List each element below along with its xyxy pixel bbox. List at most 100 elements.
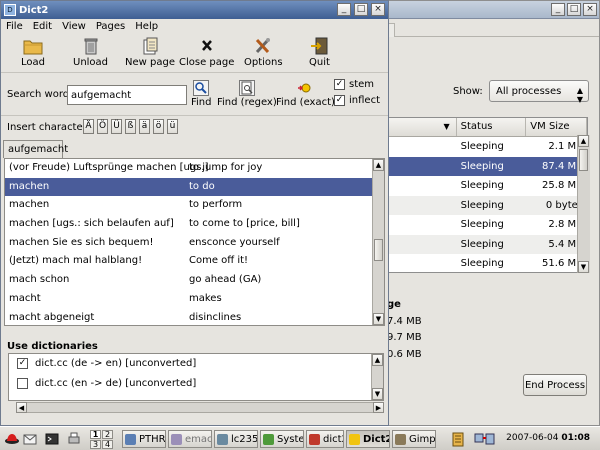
result-row[interactable]: mach schon go ahead (GA) xyxy=(5,271,384,290)
menu-file[interactable]: File xyxy=(1,19,28,35)
find-exact-button[interactable]: Find (exact) xyxy=(276,80,335,108)
quit-button[interactable]: Quit xyxy=(309,37,330,68)
dictionaries-scrollbar[interactable]: ▲ ▼ xyxy=(371,354,383,400)
column-header-name[interactable]: ▼ xyxy=(385,118,457,136)
tray-notes[interactable] xyxy=(450,430,466,448)
desktop-4[interactable]: 4 xyxy=(102,440,113,449)
minimize-button[interactable]: _ xyxy=(551,3,565,16)
menu-pages[interactable]: Pages xyxy=(91,19,130,35)
desktop-3[interactable]: 3 xyxy=(90,440,101,449)
scroll-down-icon[interactable]: ▼ xyxy=(372,388,383,400)
english-term: Come off it! xyxy=(189,255,249,267)
result-row[interactable]: machen to do xyxy=(5,177,384,197)
tray-network[interactable] xyxy=(474,430,496,448)
insert-char-button[interactable]: ö xyxy=(153,119,164,134)
results-list[interactable]: (vor Freude) Luftsprünge machen [ugs.] to… xyxy=(4,158,385,326)
launcher-button[interactable] xyxy=(66,430,82,448)
insert-char-button[interactable]: ä xyxy=(139,119,150,134)
column-header-vm-size[interactable]: VM Size xyxy=(526,118,587,136)
find-button[interactable]: Find xyxy=(191,80,212,108)
process-row[interactable]: Sleeping 51.6 MB xyxy=(385,254,587,272)
process-row[interactable]: Sleeping 0 bytes xyxy=(385,195,587,216)
options-button[interactable]: Options xyxy=(244,37,283,68)
process-table[interactable]: ▼ Status VM Size Sleeping 2.1 MB Sleeping 8… xyxy=(385,117,588,273)
result-row[interactable]: macht makes xyxy=(5,290,384,309)
process-name xyxy=(385,254,457,272)
insert-char-button[interactable]: ß xyxy=(125,119,136,134)
scroll-up-icon[interactable]: ▲ xyxy=(373,159,384,171)
maximize-button[interactable]: □ xyxy=(354,3,368,16)
insert-char-button[interactable]: Ö xyxy=(97,119,108,134)
close-button[interactable]: × xyxy=(371,3,385,16)
scroll-down-icon[interactable]: ▼ xyxy=(578,261,589,273)
column-header-status[interactable]: Status xyxy=(457,118,527,136)
insert-char-button[interactable]: Ü xyxy=(111,119,122,134)
results-scrollbar[interactable]: ▲ ▼ xyxy=(372,159,384,325)
process-row[interactable]: Sleeping 2.1 MB xyxy=(385,137,587,157)
process-row[interactable]: Sleeping 2.8 MB xyxy=(385,215,587,235)
main-menu-button[interactable] xyxy=(4,430,20,448)
scroll-up-icon[interactable]: ▲ xyxy=(578,135,589,147)
result-row[interactable]: macht abgeneigt disinclines xyxy=(5,309,384,326)
trash-icon xyxy=(81,37,101,55)
dictionary-checkbox[interactable]: ✓ xyxy=(17,358,28,369)
maximize-button[interactable]: □ xyxy=(567,3,581,16)
result-row[interactable]: machen [ugs.: sich belaufen auf] to come … xyxy=(5,215,384,234)
dictionary-checkbox[interactable] xyxy=(17,378,28,389)
process-name xyxy=(385,196,457,216)
unload-button[interactable]: Unload xyxy=(73,37,108,68)
scroll-thumb[interactable] xyxy=(579,149,588,171)
insert-char-button[interactable]: ü xyxy=(167,119,178,134)
launcher-button[interactable] xyxy=(44,430,60,448)
task-system-monitor[interactable]: Syste xyxy=(260,430,304,448)
process-table-scrollbar[interactable]: ▲ ▼ xyxy=(577,135,590,273)
window-titlebar[interactable]: D Dict2 _ □ × xyxy=(1,1,388,19)
scroll-down-icon[interactable]: ▼ xyxy=(373,313,384,325)
new-page-button[interactable]: New page xyxy=(125,37,175,68)
dictionary-item[interactable]: dict.cc (en -> de) [unconverted] xyxy=(9,374,383,394)
task-lc235[interactable]: lc235 xyxy=(214,430,258,448)
scroll-up-icon[interactable]: ▲ xyxy=(372,354,383,366)
result-row[interactable]: machen to perform xyxy=(5,196,384,215)
launcher-button[interactable] xyxy=(22,430,38,448)
desktop-1[interactable]: 1 xyxy=(90,430,101,439)
menu-view[interactable]: View xyxy=(57,19,91,35)
process-row[interactable]: Sleeping 87.4 MB xyxy=(385,156,587,176)
stem-checkbox[interactable]: ✓ stem xyxy=(334,79,374,90)
show-filter-select[interactable]: All processes ▲ ▼ xyxy=(489,80,589,104)
search-word-input[interactable] xyxy=(67,85,187,105)
process-row[interactable]: Sleeping 5.4 MB xyxy=(385,234,587,254)
system-monitor-tabs xyxy=(385,19,599,37)
task-pthr[interactable]: PTHR xyxy=(122,430,166,448)
close-page-button[interactable]: Close page xyxy=(179,37,234,68)
scroll-thumb[interactable] xyxy=(374,239,383,261)
result-row[interactable]: (Jetzt) mach mal halblang! Come off it! xyxy=(5,252,384,271)
task-gimp[interactable]: Gimp xyxy=(392,430,436,448)
minimize-button[interactable]: _ xyxy=(337,3,351,16)
task-dict2[interactable]: Dict2 xyxy=(346,430,390,448)
desktop-2[interactable]: 2 xyxy=(102,430,113,439)
dictionary-item[interactable]: ✓ dict.cc (de -> en) [unconverted] xyxy=(9,354,383,374)
find-regex-button[interactable]: Find (regex) xyxy=(217,80,277,108)
dictionaries-list[interactable]: ✓ dict.cc (de -> en) [unconverted] dict.… xyxy=(8,353,384,401)
scroll-left-icon[interactable]: ◀ xyxy=(16,402,27,413)
result-row[interactable]: machen Sie es sich bequem! ensconce yours… xyxy=(5,234,384,253)
task-emacs[interactable]: emac xyxy=(168,430,212,448)
menu-edit[interactable]: Edit xyxy=(28,19,57,35)
window-icon xyxy=(125,434,136,445)
result-row[interactable]: (vor Freude) Luftsprünge machen [ugs.] to… xyxy=(5,159,384,178)
dictionaries-hscrollbar[interactable]: ◀ ▶ xyxy=(16,402,384,413)
scroll-right-icon[interactable]: ▶ xyxy=(373,402,384,413)
memory-value: 0.6 MB xyxy=(387,349,422,360)
insert-char-button[interactable]: Ä xyxy=(83,119,94,134)
close-button[interactable]: × xyxy=(583,3,597,16)
end-process-button[interactable]: End Process xyxy=(523,374,587,396)
load-button[interactable]: Load xyxy=(21,37,45,68)
inflect-checkbox[interactable]: ✓ inflect xyxy=(334,95,380,106)
menu-help[interactable]: Help xyxy=(130,19,163,35)
monitor-icon xyxy=(263,434,274,445)
process-row[interactable]: Sleeping 25.8 MB xyxy=(385,176,587,196)
task-dict2-terminal[interactable]: dict2 xyxy=(306,430,344,448)
tab-aufgemacht[interactable]: aufgemacht xyxy=(3,140,68,158)
show-label: Show: xyxy=(453,86,483,97)
